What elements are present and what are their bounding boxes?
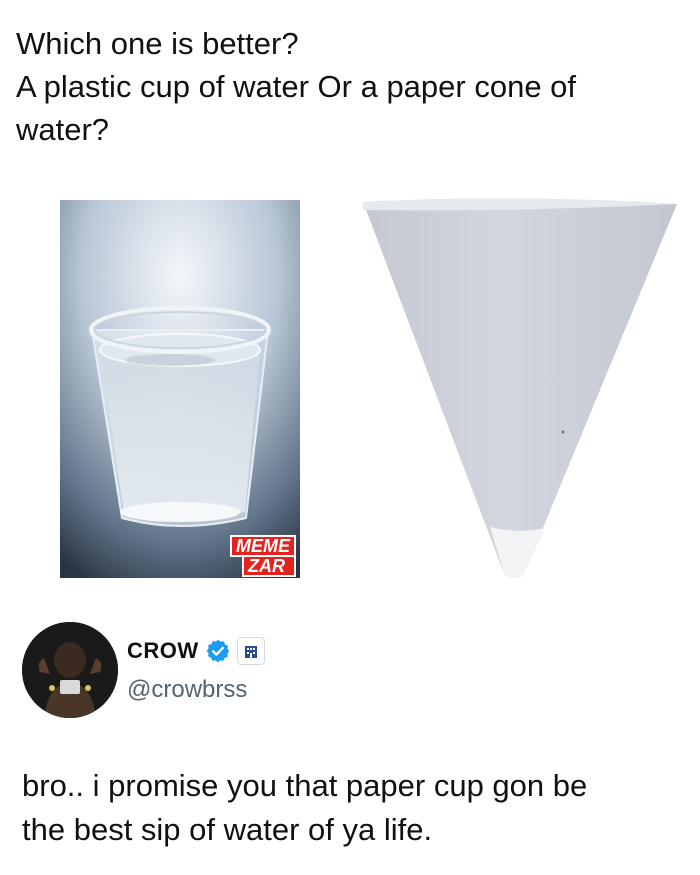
affiliation-badge-icon[interactable] bbox=[236, 637, 265, 665]
paper-cone-illustration bbox=[363, 198, 677, 578]
avatar[interactable] bbox=[22, 622, 118, 718]
question-line: Which one is better? bbox=[16, 26, 299, 61]
watermark-line-2: ZAR bbox=[242, 557, 296, 577]
watermark-line-1: MEME bbox=[230, 535, 296, 557]
verified-badge-icon bbox=[206, 639, 230, 663]
user-handle[interactable]: @crowbrss bbox=[127, 676, 247, 704]
avatar-image bbox=[22, 622, 118, 718]
question-line: A plastic cup of water Or a paper cone o… bbox=[16, 69, 577, 104]
plastic-cup-illustration bbox=[60, 200, 300, 578]
post-question-text: Which one is better? A plastic cup of wa… bbox=[16, 22, 686, 151]
plastic-cup-image[interactable]: MEME ZAR bbox=[60, 200, 300, 578]
display-name[interactable]: CROW bbox=[127, 638, 199, 664]
reply-text: bro.. i promise you that paper cup gon b… bbox=[22, 764, 682, 852]
name-row: CROW bbox=[127, 637, 265, 665]
reply-line: bro.. i promise you that paper cup gon b… bbox=[22, 768, 588, 803]
reply-author: CROW @crowbrss bbox=[22, 622, 622, 722]
meme-zar-watermark: MEME ZAR bbox=[230, 535, 296, 577]
reply-line: the best sip of water of ya life. bbox=[22, 812, 433, 847]
question-line: water? bbox=[16, 112, 110, 147]
building-icon bbox=[244, 646, 257, 658]
paper-cone-image[interactable] bbox=[355, 192, 685, 587]
